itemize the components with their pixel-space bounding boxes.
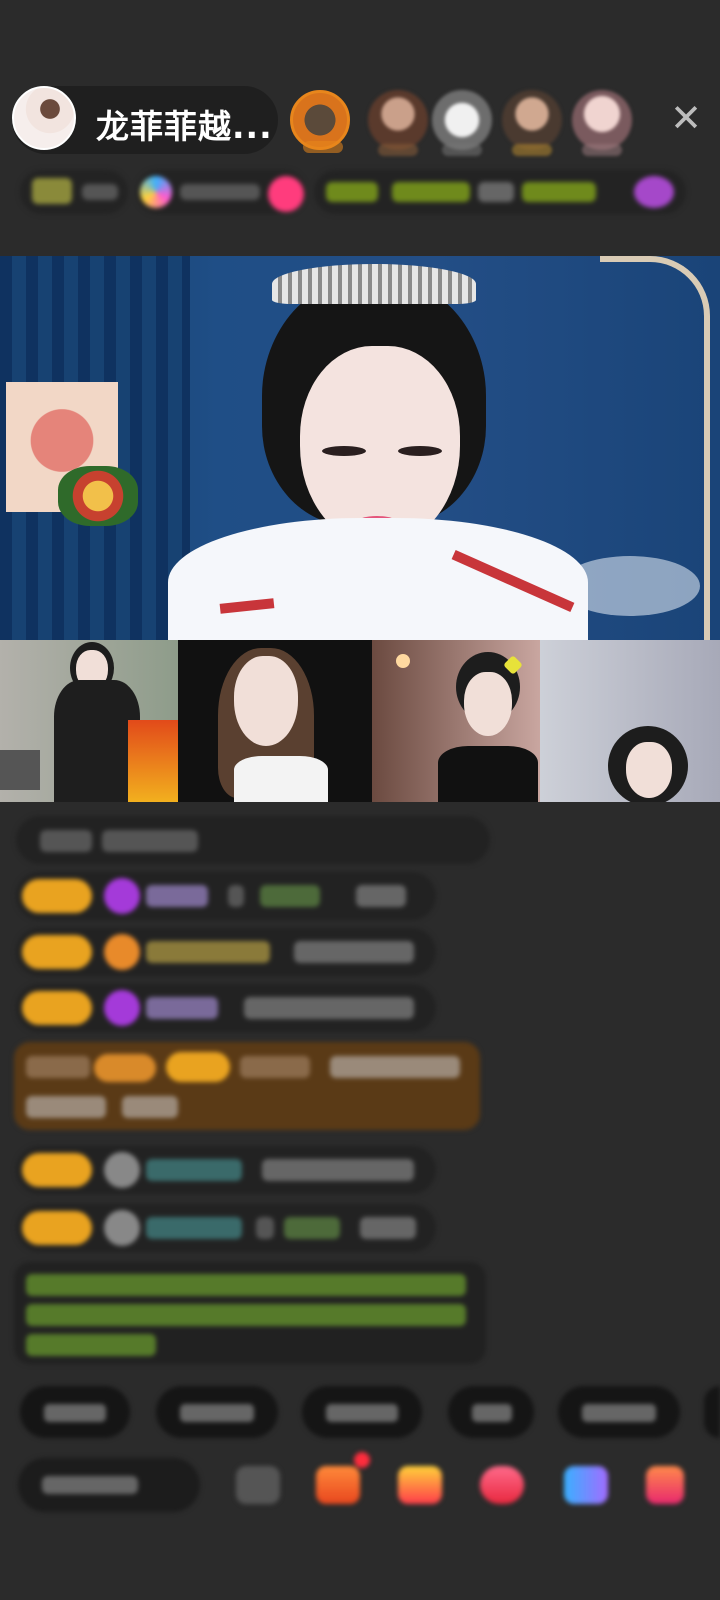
game-icon[interactable]: [564, 1466, 608, 1504]
chat-system-notice[interactable]: [14, 1042, 480, 1130]
top-viewer-avatar-1[interactable]: [290, 90, 350, 153]
close-icon[interactable]: ✕: [664, 96, 708, 140]
quick-reply-chip[interactable]: [448, 1386, 534, 1438]
chat-message[interactable]: [16, 816, 490, 864]
main-video-feed[interactable]: [0, 256, 720, 640]
chat-message[interactable]: [16, 1204, 436, 1252]
host-name: 龙菲菲越...: [96, 107, 273, 146]
cohost-tile-2[interactable]: [178, 640, 372, 802]
chat-message[interactable]: [16, 928, 436, 976]
quick-reply-chip[interactable]: [20, 1386, 130, 1438]
gift-icon[interactable]: [398, 1466, 442, 1504]
message-icon[interactable]: [236, 1466, 280, 1504]
cohost-strip: [0, 640, 720, 802]
streamer-tiara: [272, 264, 476, 304]
heart-icon[interactable]: [480, 1466, 524, 1504]
top-viewer-avatar-2[interactable]: [368, 90, 428, 156]
chat-message[interactable]: [16, 872, 436, 920]
cohost-tile-4[interactable]: [540, 640, 720, 802]
chat-announcement[interactable]: [14, 1262, 486, 1364]
streamer-jacket: [168, 518, 588, 640]
host-avatar[interactable]: [12, 86, 76, 150]
top-viewer-avatar-5[interactable]: [572, 90, 632, 156]
cohost-tile-3[interactable]: [372, 640, 540, 802]
chat-message[interactable]: [16, 1146, 436, 1194]
top-viewer-avatar-4[interactable]: [502, 90, 562, 156]
gift-box-icon[interactable]: [316, 1466, 360, 1504]
chat-message[interactable]: [16, 984, 436, 1032]
stream-info-row: [0, 170, 720, 220]
quick-reply-chip[interactable]: [704, 1386, 720, 1438]
more-icon[interactable]: [646, 1466, 684, 1504]
quick-reply-chip[interactable]: [558, 1386, 680, 1438]
quick-reply-chip[interactable]: [156, 1386, 278, 1438]
quick-reply-chip[interactable]: [302, 1386, 422, 1438]
top-viewer-avatar-3[interactable]: [432, 90, 492, 156]
host-info-pill[interactable]: 龙菲菲越...: [12, 86, 278, 154]
cohost-tile-1[interactable]: [0, 640, 178, 802]
flower-vase: [58, 466, 138, 526]
chat-input[interactable]: [18, 1458, 200, 1512]
